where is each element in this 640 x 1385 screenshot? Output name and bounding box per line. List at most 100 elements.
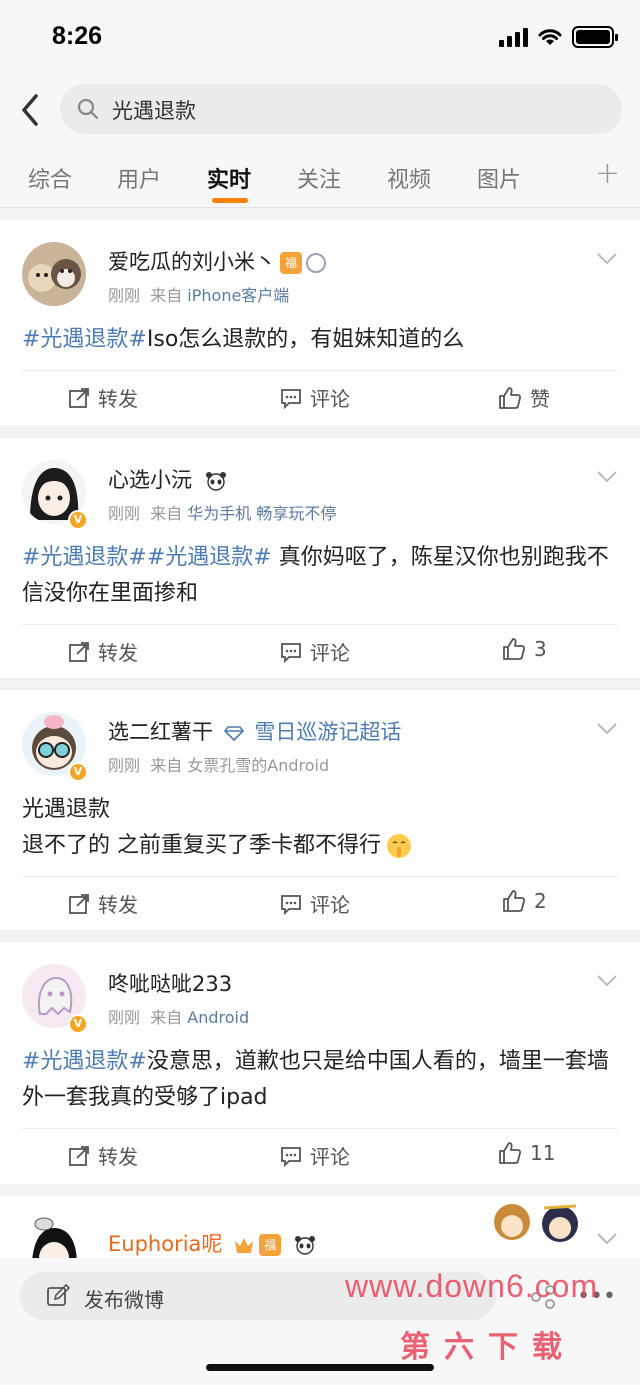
repost-icon — [69, 1145, 89, 1166]
repost-icon — [69, 387, 89, 408]
thumbs-up-icon — [503, 638, 526, 660]
like-button[interactable]: 赞 — [498, 383, 550, 412]
like-count: 3 — [534, 637, 547, 661]
post-content: #光遇退款#Iso怎么退款的，有姐妹知道的么 — [22, 322, 622, 358]
wifi-icon — [538, 29, 562, 45]
medal-icon — [306, 253, 326, 273]
from-prefix: 来自 — [150, 504, 183, 523]
compose-label: 发布微博 — [84, 1288, 164, 1312]
like-button[interactable]: 3 — [502, 637, 547, 661]
username[interactable]: 咚呲哒呲233 — [108, 968, 232, 998]
from-prefix: 来自 — [150, 1008, 183, 1027]
system-icons — [499, 26, 618, 48]
comment-icon — [281, 642, 301, 663]
post-time: 刚刚 — [108, 504, 141, 523]
username[interactable]: Euphoria呢 福 — [108, 1228, 316, 1258]
tab-users[interactable]: 用户 — [117, 162, 161, 194]
feed-post: V 心选小沅 刚刚 来自 华为手机 畅享玩不停 #光遇退款##光遇退款# 真你妈… — [0, 438, 640, 678]
from-prefix: 来自 — [150, 286, 183, 305]
repost-label: 转发 — [98, 387, 138, 411]
verified-badge: V — [68, 762, 88, 782]
tab-comprehensive[interactable]: 综合 — [28, 162, 72, 194]
post-source[interactable]: Android — [187, 1008, 249, 1027]
verified-badge: V — [68, 1014, 88, 1034]
hashtag-link[interactable]: #光遇退款# — [22, 327, 147, 352]
status-time: 8:26 — [52, 22, 103, 50]
search-header: 光遇退款 — [0, 78, 640, 142]
chevron-down-icon[interactable] — [596, 470, 618, 484]
post-meta: 刚刚 来自 iPhone客户端 — [108, 282, 289, 306]
repost-button[interactable]: 转发 — [68, 637, 138, 666]
crown-badge-icon — [235, 1238, 254, 1253]
post-actions: 转发 评论 2 — [22, 876, 618, 932]
feed-post: V 咚呲哒呲233 刚刚 来自 Android #光遇退款#没意思，道歉也只是给… — [0, 942, 640, 1184]
comment-button[interactable]: 评论 — [280, 383, 350, 412]
avatar[interactable] — [22, 242, 86, 306]
feed-post: 爱吃瓜的刘小米丶福 刚刚 来自 iPhone客户端 #光遇退款#Iso怎么退款的… — [0, 220, 640, 425]
battery-icon — [572, 26, 618, 48]
post-time: 刚刚 — [108, 286, 141, 305]
add-tab-icon[interactable]: + — [595, 156, 620, 191]
repost-label: 转发 — [98, 641, 138, 665]
like-button[interactable]: 11 — [498, 1141, 555, 1165]
watermark-url: www.down6.com — [345, 1268, 599, 1304]
comment-button[interactable]: 评论 — [280, 637, 350, 666]
hashtag-link[interactable]: #光遇退款##光遇退款# — [22, 545, 272, 570]
bottom-bar: 发布微博 ••• www.down6.com 第六下载 — [0, 1258, 640, 1385]
panda-icon — [294, 1236, 315, 1255]
username-text: 咚呲哒呲233 — [108, 972, 233, 996]
edit-icon — [47, 1284, 70, 1306]
username-text: 选二红薯干 — [108, 720, 213, 744]
comment-button[interactable]: 评论 — [280, 1141, 350, 1170]
comment-label: 评论 — [310, 387, 350, 411]
tab-images[interactable]: 图片 — [477, 162, 521, 194]
post-meta: 刚刚 来自 Android — [108, 1004, 249, 1028]
comment-button[interactable]: 评论 — [280, 889, 350, 918]
tab-following[interactable]: 关注 — [297, 162, 341, 194]
tab-bar: 综合 用户 实时 关注 视频 图片 + — [0, 142, 640, 208]
super-topic-link[interactable]: 雪日巡游记超话 — [254, 720, 401, 744]
post-source[interactable]: iPhone客户端 — [187, 286, 289, 305]
username[interactable]: 爱吃瓜的刘小米丶福 — [108, 246, 326, 276]
like-count: 11 — [530, 1141, 556, 1165]
verified-badge: V — [68, 510, 88, 530]
post-content: #光遇退款##光遇退款# 真你妈呕了，陈星汉你也别跑我不信没你在里面掺和 — [22, 540, 622, 612]
post-source[interactable]: 华为手机 畅享玩不停 — [187, 504, 336, 523]
repost-button[interactable]: 转发 — [68, 1141, 138, 1170]
like-label: 赞 — [530, 387, 550, 411]
username-text: Euphoria呢 — [108, 1232, 223, 1256]
username[interactable]: 心选小沅 — [108, 464, 227, 494]
post-text-line: 退不了的 之前重复买了季卡都不得行 — [22, 828, 622, 864]
tab-realtime[interactable]: 实时 — [207, 162, 251, 194]
post-time: 刚刚 — [108, 1008, 141, 1027]
post-text: Iso怎么退款的，有姐妹知道的么 — [146, 327, 465, 352]
from-prefix: 来自 — [150, 756, 183, 775]
repost-button[interactable]: 转发 — [68, 889, 138, 918]
post-source: 女票孔雪的Android — [187, 756, 330, 775]
username[interactable]: 选二红薯干 雪日巡游记超话 — [108, 716, 401, 746]
like-button[interactable]: 2 — [502, 889, 547, 913]
username-text: 爱吃瓜的刘小米丶 — [108, 250, 276, 274]
hashtag-link[interactable]: #光遇退款# — [22, 1049, 147, 1074]
chevron-down-icon[interactable] — [596, 1232, 618, 1246]
back-arrow-icon[interactable] — [16, 92, 46, 128]
status-bar: 8:26 — [0, 0, 640, 78]
chevron-down-icon[interactable] — [596, 722, 618, 736]
thumbs-up-icon — [499, 1142, 522, 1164]
cartoon-decoration-icon — [494, 1204, 578, 1242]
repost-button[interactable]: 转发 — [68, 383, 138, 412]
tab-videos[interactable]: 视频 — [387, 162, 431, 194]
post-content: #光遇退款#没意思，道歉也只是给中国人看的，墙里一套墙外一套我真的受够了ipad — [22, 1044, 622, 1116]
search-query: 光遇退款 — [112, 99, 196, 123]
username-text: 心选小沅 — [108, 468, 192, 492]
post-time: 刚刚 — [108, 756, 141, 775]
chevron-down-icon[interactable] — [596, 252, 618, 266]
search-input[interactable]: 光遇退款 — [60, 84, 622, 134]
cellular-signal-icon — [499, 27, 528, 47]
diamond-icon — [223, 726, 244, 741]
comment-label: 评论 — [310, 893, 350, 917]
repost-label: 转发 — [98, 1145, 138, 1169]
post-content: 光遇退款 退不了的 之前重复买了季卡都不得行 — [22, 792, 622, 864]
panda-icon — [205, 472, 226, 491]
chevron-down-icon[interactable] — [596, 974, 618, 988]
